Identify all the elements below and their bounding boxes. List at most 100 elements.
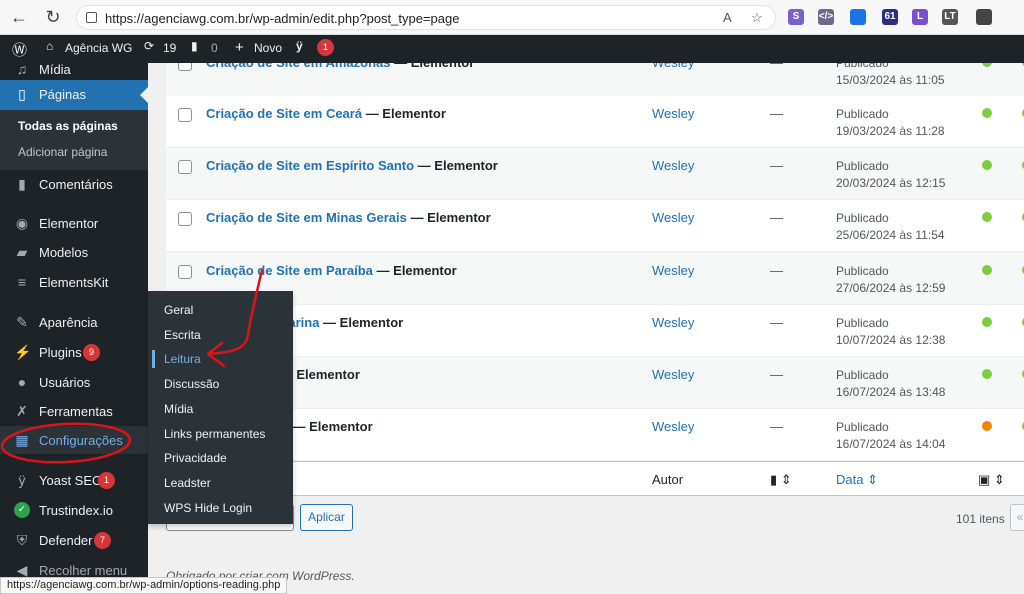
- menu-paginas[interactable]: ▯ Páginas: [0, 80, 148, 110]
- extension-icon[interactable]: [976, 9, 992, 25]
- flyout-item[interactable]: Privacidade: [164, 451, 227, 465]
- menu-usuarios[interactable]: ● Usuários: [0, 368, 148, 396]
- submenu-adicionar-pagina[interactable]: Adicionar página: [18, 145, 107, 159]
- settings-flyout-menu: Geral Escrita Leitura Discussão Mídia Links p…: [148, 291, 293, 524]
- menu-label: Recolher menu: [39, 563, 128, 578]
- menu-elementskit[interactable]: ≡ ElementsKit: [0, 268, 148, 296]
- menu-elementor[interactable]: ◉ Elementor: [0, 209, 148, 237]
- comments-cell: —: [770, 210, 783, 225]
- flyout-item[interactable]: Escrita: [164, 328, 201, 342]
- table-row: Criação de Site em Espírito Santo — Elem…: [166, 148, 1024, 200]
- menu-label: Comentários: [39, 177, 113, 192]
- comments-cell: —: [770, 367, 783, 382]
- page-title: Criação de Site em Paraíba: [206, 263, 373, 278]
- seo-score-dot: [982, 265, 992, 275]
- read-aloud-icon[interactable]: A: [723, 10, 732, 25]
- table-row: Criação de Site em Paraíba — Elementor We…: [166, 253, 1024, 305]
- menu-yoast[interactable]: ÿ Yoast SEO 1: [0, 466, 148, 494]
- menu-midia[interactable]: ♫ Mídia: [0, 55, 148, 83]
- menu-label: Elementor: [39, 216, 99, 231]
- author-link[interactable]: Wesley: [652, 419, 694, 434]
- flyout-item[interactable]: Discussão: [164, 377, 219, 391]
- extension-icon[interactable]: </>: [818, 9, 834, 25]
- menu-aparencia[interactable]: ✎ Aparência: [0, 308, 148, 336]
- extension-icon[interactable]: [850, 9, 866, 25]
- admin-sidebar: ♫ Mídia ▯ Páginas Todas as páginas Adicion…: [0, 61, 148, 594]
- yoast-badge-count: 1: [317, 39, 334, 56]
- first-page-button[interactable]: «: [1010, 504, 1024, 531]
- row-checkbox[interactable]: [178, 212, 192, 226]
- new-content-link[interactable]: Novo: [254, 41, 282, 55]
- menu-ferramentas[interactable]: ✗ Ferramentas: [0, 397, 148, 425]
- publish-status: Publicado: [836, 368, 889, 382]
- extension-icon[interactable]: 61: [882, 9, 898, 25]
- page-title: Criação de Site em Ceará: [206, 106, 363, 121]
- menu-label: Modelos: [39, 245, 89, 260]
- menu-plugins[interactable]: ⚡ Plugins 9: [0, 338, 148, 366]
- folder-icon: ▰: [16, 244, 28, 260]
- row-checkbox[interactable]: [178, 108, 192, 122]
- author-link[interactable]: Wesley: [652, 263, 694, 278]
- extension-icon[interactable]: S: [788, 9, 804, 25]
- back-icon[interactable]: ←: [8, 6, 30, 28]
- menu-active-arrow: [140, 87, 148, 103]
- menu-label: Aparência: [39, 315, 98, 330]
- yoast-icon[interactable]: ÿ: [296, 39, 303, 53]
- publish-status: Publicado: [836, 211, 889, 225]
- reload-icon[interactable]: ↻: [42, 6, 64, 28]
- address-bar[interactable]: https://agenciawg.com.br/wp-admin/edit.p…: [76, 5, 776, 30]
- plus-icon[interactable]: +: [235, 39, 244, 56]
- flyout-item[interactable]: Leitura: [164, 352, 201, 366]
- page-title-link[interactable]: Criação de Site em Minas Gerais — Elemen…: [206, 210, 491, 225]
- shield-icon: ⛨: [16, 532, 28, 548]
- updates-icon[interactable]: ⟳: [144, 39, 154, 53]
- status-bar-url: https://agenciawg.com.br/wp-admin/option…: [0, 577, 288, 594]
- table-row: Criação de Site em Minas Gerais — Elemen…: [166, 200, 1024, 252]
- date-cell: Publicado 16/07/2024 às 13:48: [836, 367, 945, 401]
- flyout-item[interactable]: Links permanentes: [164, 427, 265, 441]
- updates-count[interactable]: 19: [163, 41, 176, 55]
- defender-badge: 7: [94, 532, 111, 549]
- page-state: — Elementor: [406, 210, 491, 225]
- comment-icon[interactable]: ▮: [191, 39, 198, 53]
- extension-icon[interactable]: L: [912, 9, 928, 25]
- user-icon: ●: [17, 374, 27, 390]
- menu-modelos[interactable]: ▰ Modelos: [0, 238, 148, 266]
- publish-date: 10/07/2024 às 12:38: [836, 333, 946, 347]
- author-link[interactable]: Wesley: [652, 367, 694, 382]
- page-title-link[interactable]: Criação de Site em Paraíba — Elementor: [206, 263, 457, 278]
- author-link[interactable]: Wesley: [652, 315, 694, 330]
- date-header-label: Data: [836, 472, 864, 487]
- seo-score-dot: [982, 421, 992, 431]
- site-name-link[interactable]: Agência WG: [65, 41, 132, 55]
- row-checkbox[interactable]: [178, 160, 192, 174]
- yoast-notification-badge[interactable]: 1: [317, 39, 334, 56]
- page-state: — Elementor: [319, 315, 404, 330]
- author-link[interactable]: Wesley: [652, 210, 694, 225]
- flyout-item[interactable]: WPS Hide Login: [164, 501, 252, 515]
- flyout-item[interactable]: Mídia: [164, 402, 193, 416]
- date-column-header[interactable]: Data ⇕: [836, 472, 878, 488]
- extension-icon[interactable]: LT: [942, 9, 958, 25]
- favorite-star-icon[interactable]: ☆: [751, 10, 763, 26]
- menu-comentarios[interactable]: ▮ Comentários: [0, 170, 148, 198]
- comments-count[interactable]: 0: [211, 41, 218, 55]
- menu-defender[interactable]: ⛨ Defender 7: [0, 526, 148, 554]
- author-link[interactable]: Wesley: [652, 106, 694, 121]
- menu-configuracoes[interactable]: ▦ Configurações: [0, 426, 148, 454]
- apply-button[interactable]: Aplicar: [300, 504, 353, 531]
- row-checkbox[interactable]: [178, 265, 192, 279]
- date-cell: Publicado 19/03/2024 às 11:28: [836, 106, 945, 140]
- submenu-todas-paginas[interactable]: Todas as páginas: [18, 119, 118, 133]
- page-title-link[interactable]: Criação de Site em Ceará — Elementor: [206, 106, 446, 121]
- menu-trustindex[interactable]: ✓ Trustindex.io: [0, 496, 148, 524]
- flyout-item[interactable]: Leadster: [164, 476, 211, 490]
- comments-column-header[interactable]: ▮ ⇕: [770, 472, 792, 488]
- page-title-link[interactable]: Criação de Site em Espírito Santo — Elem…: [206, 158, 498, 173]
- wrench-icon: ✗: [16, 403, 28, 419]
- seo-column-header[interactable]: ▣ ⇕: [978, 472, 1005, 488]
- home-icon: ⌂: [46, 39, 54, 53]
- flyout-item[interactable]: Geral: [164, 303, 193, 317]
- author-column-header[interactable]: Autor: [652, 472, 683, 487]
- author-link[interactable]: Wesley: [652, 158, 694, 173]
